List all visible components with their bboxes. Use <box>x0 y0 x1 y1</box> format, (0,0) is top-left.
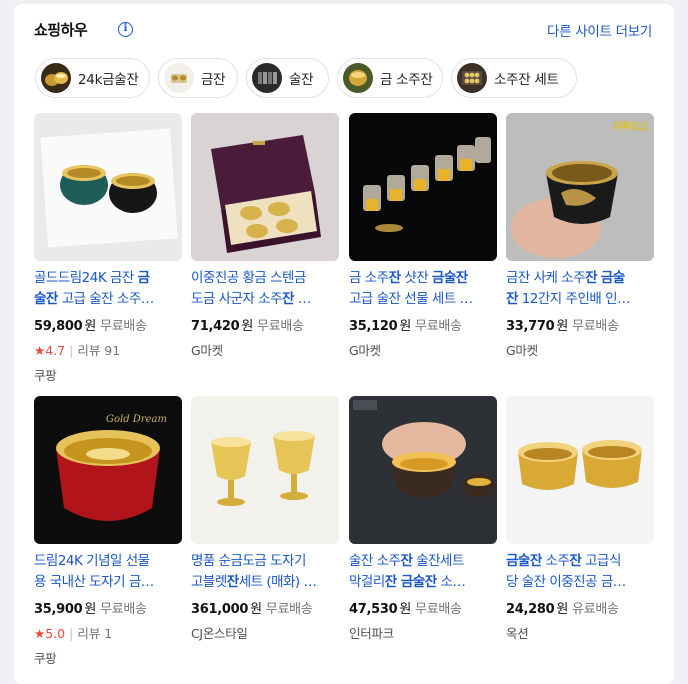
price: 47,530 <box>349 602 398 617</box>
product-image[interactable] <box>191 396 339 544</box>
chip-label: 소주잔 세트 <box>494 72 559 88</box>
gold-cup-thumb-icon <box>164 63 194 93</box>
product-name[interactable]: 금잔 사케 소주잔 금술 잔 12간지 주인배 인… <box>506 268 654 310</box>
product-name[interactable]: 드림24K 기념일 선물 용 국내산 도자기 금… <box>34 551 182 593</box>
shipping-info: 무료배송 <box>415 602 462 617</box>
price: 35,120 <box>349 319 398 334</box>
product-card[interactable]: 명품 순금도금 도자기 고블렛잔세트 (매화) … 361,000 원 무료배송 CJ… <box>191 396 339 642</box>
shot-glass-set-thumb-icon <box>252 63 282 93</box>
product-card[interactable]: 이중진공 황금 스텐금 도금 사군자 소주잔 … 71,420 원 무료배송 G마켓 <box>191 113 339 359</box>
mall-name: 쿠팡 <box>34 368 57 383</box>
mall-name: 인터파크 <box>349 626 394 641</box>
card-header: 쇼핑하우 i 다른 사이트 더보기 <box>34 19 652 43</box>
mall-name: G마켓 <box>506 343 538 358</box>
chip-soju-set[interactable]: 소주잔 세트 <box>451 58 577 98</box>
product-card[interactable]: 티투오스 금잔 사케 소주잔 금술 잔 12간지 주인배 인… 33,770 원 무료… <box>506 113 654 359</box>
shipping-info: 무료배송 <box>100 319 147 334</box>
price-line: 35,900 원 무료배송 <box>34 602 147 617</box>
chip-shot-glass[interactable]: 술잔 <box>246 58 329 98</box>
product-card[interactable]: 골드드림24K 금잔 금 술잔 고급 술잔 소주… 59,800 원 무료배송 ★4.… <box>34 113 182 384</box>
product-image[interactable] <box>349 113 497 261</box>
price-line: 361,000 원 무료배송 <box>191 602 313 617</box>
more-sites-link[interactable]: 다른 사이트 더보기 <box>547 20 652 40</box>
gold-soju-cup-thumb-icon <box>343 63 373 93</box>
shipping-info: 무료배송 <box>415 319 462 334</box>
chip-label: 24k금술잔 <box>78 72 139 88</box>
product-card[interactable]: 금술잔 소주잔 고급식 당 술잔 이중진공 금… 24,280 원 유료배송 옥션 <box>506 396 654 642</box>
product-image[interactable]: Gold Dream <box>34 396 182 544</box>
mall-name: G마켓 <box>349 343 381 358</box>
chip-label: 술잔 <box>289 72 314 88</box>
svg-text:Gold Dream: Gold Dream <box>106 414 167 425</box>
product-image[interactable] <box>506 396 654 544</box>
shipping-info: 무료배송 <box>265 602 313 617</box>
price-line: 59,800 원 무료배송 <box>34 319 147 334</box>
price: 35,900 <box>34 602 83 617</box>
rating-line: ★5.0 | 리뷰 1 <box>34 626 113 641</box>
gold-cups-thumb-icon <box>41 63 71 93</box>
shopping-card: 쇼핑하우 i 다른 사이트 더보기 24k금술잔 금잔 술잔 금 소주잔 소주잔… <box>14 4 674 684</box>
price-line: 47,530 원 무료배송 <box>349 602 462 617</box>
price: 361,000 <box>191 602 249 617</box>
shipping-info: 무료배송 <box>100 602 147 617</box>
chip-label: 금 소주잔 <box>380 72 433 88</box>
price: 71,420 <box>191 319 240 334</box>
product-name[interactable]: 명품 순금도금 도자기 고블렛잔세트 (매화) … <box>191 551 339 593</box>
price-line: 71,420 원 무료배송 <box>191 319 304 334</box>
price: 59,800 <box>34 319 83 334</box>
price: 33,770 <box>506 319 555 334</box>
product-card[interactable]: Gold Dream 드림24K 기념일 선물 용 국내산 도자기 금… 35,9… <box>34 396 182 667</box>
rating-value: 4.7 <box>45 343 66 358</box>
mall-name: CJ온스타일 <box>191 626 248 641</box>
chip-gold-cup[interactable]: 금잔 <box>158 58 238 98</box>
price: 24,280 <box>506 602 555 617</box>
price-line: 33,770 원 무료배송 <box>506 319 619 334</box>
product-name[interactable]: 금 소주잔 샷잔 금술잔 고급 술잔 선물 세트 … <box>349 268 497 310</box>
mall-name: 쿠팡 <box>34 651 57 666</box>
rating-line: ★4.7 | 리뷰 91 <box>34 343 121 358</box>
product-card[interactable]: 금 소주잔 샷잔 금술잔 고급 술잔 선물 세트 … 35,120 원 무료배송 G마… <box>349 113 497 359</box>
mall-name: 옥션 <box>506 626 529 641</box>
info-icon[interactable]: i <box>118 22 133 37</box>
star-icon: ★ <box>34 626 46 641</box>
soju-set-box-thumb-icon <box>457 63 487 93</box>
shipping-info: 무료배송 <box>257 319 304 334</box>
section-title: 쇼핑하우 <box>34 21 88 39</box>
chip-label: 금잔 <box>201 72 226 88</box>
product-card[interactable]: 술잔 소주잔 술잔세트 막걸리잔 금술잔 소… 47,530 원 무료배송 인터파크 <box>349 396 497 642</box>
price-line: 35,120 원 무료배송 <box>349 319 462 334</box>
review-count: 리뷰 91 <box>77 343 121 358</box>
product-name[interactable]: 골드드림24K 금잔 금 술잔 고급 술잔 소주… <box>34 268 182 310</box>
review-count: 리뷰 1 <box>77 626 113 641</box>
star-icon: ★ <box>34 343 46 358</box>
chip-gold-soju-cup[interactable]: 금 소주잔 <box>337 58 443 98</box>
product-image[interactable]: 티투오스 <box>506 113 654 261</box>
chip-24k-gold-cup[interactable]: 24k금술잔 <box>35 58 150 98</box>
product-image[interactable] <box>34 113 182 261</box>
watermark: 티투오스 <box>613 122 648 133</box>
shipping-info: 무료배송 <box>572 319 619 334</box>
rating-value: 5.0 <box>45 626 66 641</box>
mall-name: G마켓 <box>191 343 223 358</box>
product-name[interactable]: 이중진공 황금 스텐금 도금 사군자 소주잔 … <box>191 268 339 310</box>
product-name[interactable]: 금술잔 소주잔 고급식 당 술잔 이중진공 금… <box>506 551 654 593</box>
product-image[interactable] <box>349 396 497 544</box>
shipping-info: 유료배송 <box>572 602 619 617</box>
price-line: 24,280 원 유료배송 <box>506 602 619 617</box>
product-name[interactable]: 술잔 소주잔 술잔세트 막걸리잔 금술잔 소… <box>349 551 497 593</box>
product-image[interactable] <box>191 113 339 261</box>
